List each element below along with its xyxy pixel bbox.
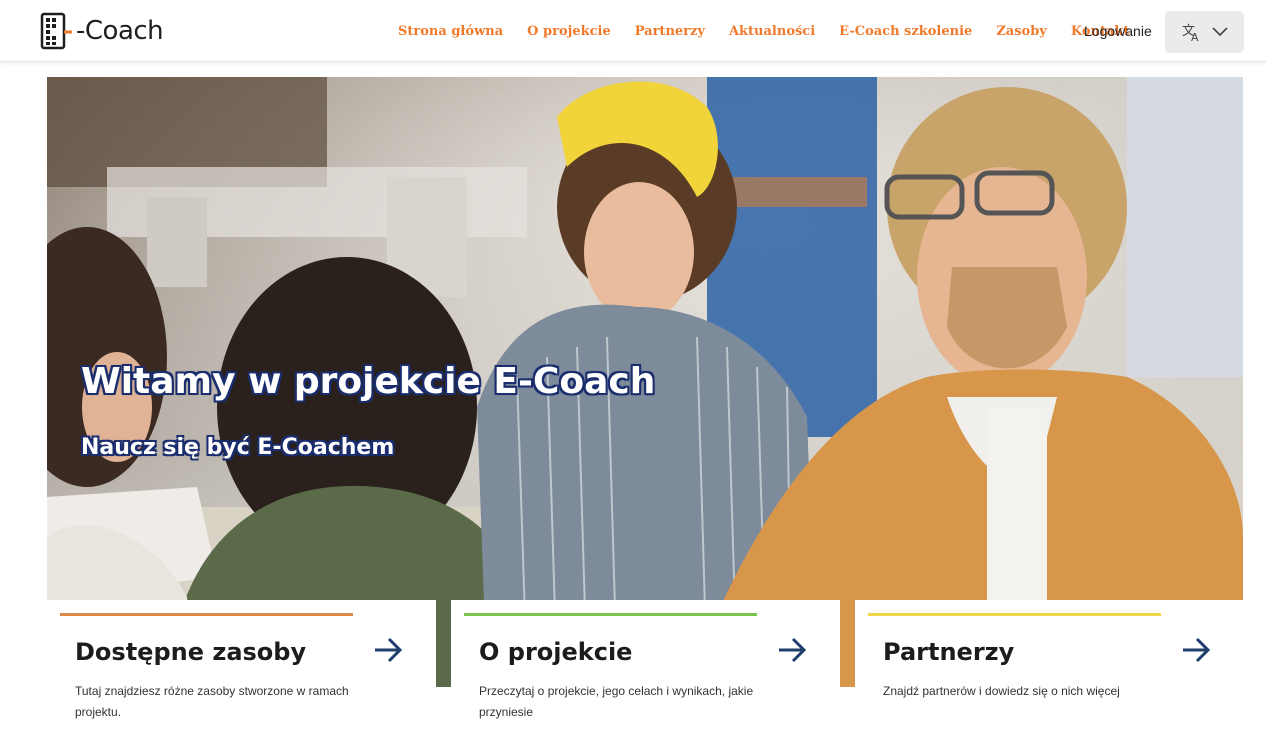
card-accent-line (464, 613, 757, 616)
logo-mark-icon (40, 12, 72, 50)
nav-item-partners[interactable]: Partnerzy (635, 24, 705, 39)
chevron-down-icon (1211, 27, 1228, 37)
card-accent-line (868, 613, 1161, 616)
card-description: Znajdź partnerów i dowiedz się o nich wi… (883, 684, 1120, 698)
language-selector[interactable]: 文 A (1165, 11, 1244, 53)
hero-subtitle: Naucz się być E-Coachem (81, 435, 395, 460)
hero-banner: Witamy w projekcie E-Coach Naucz się być… (47, 77, 1243, 687)
card-accent-line (60, 613, 353, 616)
nav-item-news[interactable]: Aktualności (729, 24, 815, 39)
svg-text:A: A (1191, 31, 1199, 42)
arrow-right-icon[interactable] (372, 634, 404, 666)
nav-item-about[interactable]: O projekcie (527, 24, 611, 39)
arrow-right-icon[interactable] (1180, 634, 1212, 666)
nav-item-resources[interactable]: Zasoby (996, 24, 1047, 39)
card-about[interactable]: O projekcie Przeczytaj o projekcie, jego… (451, 600, 840, 744)
translate-icon: 文 A (1182, 24, 1199, 42)
card-title: Dostępne zasoby (75, 638, 307, 666)
card-title: Partnerzy (883, 638, 1015, 666)
card-resources[interactable]: Dostępne zasoby Tutaj znajdziesz różne z… (47, 600, 436, 744)
card-description: Przeczytaj o projekcie, jego celach i wy… (479, 684, 754, 719)
card-description: Tutaj znajdziesz różne zasoby stworzone … (75, 684, 349, 719)
site-header: -Coach Strona główna O projekcie Partner… (0, 0, 1266, 62)
nav-item-home[interactable]: Strona główna (398, 24, 503, 39)
main-nav: Strona główna O projekcie Partnerzy Aktu… (398, 0, 1129, 62)
site-logo[interactable]: -Coach (40, 11, 164, 51)
login-link[interactable]: Logowanie (1084, 23, 1152, 39)
logo-text: -Coach (76, 16, 164, 46)
card-title: O projekcie (479, 638, 633, 666)
nav-item-training[interactable]: E-Coach szkolenie (839, 24, 972, 39)
card-partners[interactable]: Partnerzy Znajdź partnerów i dowiedz się… (855, 600, 1244, 744)
arrow-right-icon[interactable] (776, 634, 808, 666)
hero-title: Witamy w projekcie E-Coach (81, 361, 656, 402)
